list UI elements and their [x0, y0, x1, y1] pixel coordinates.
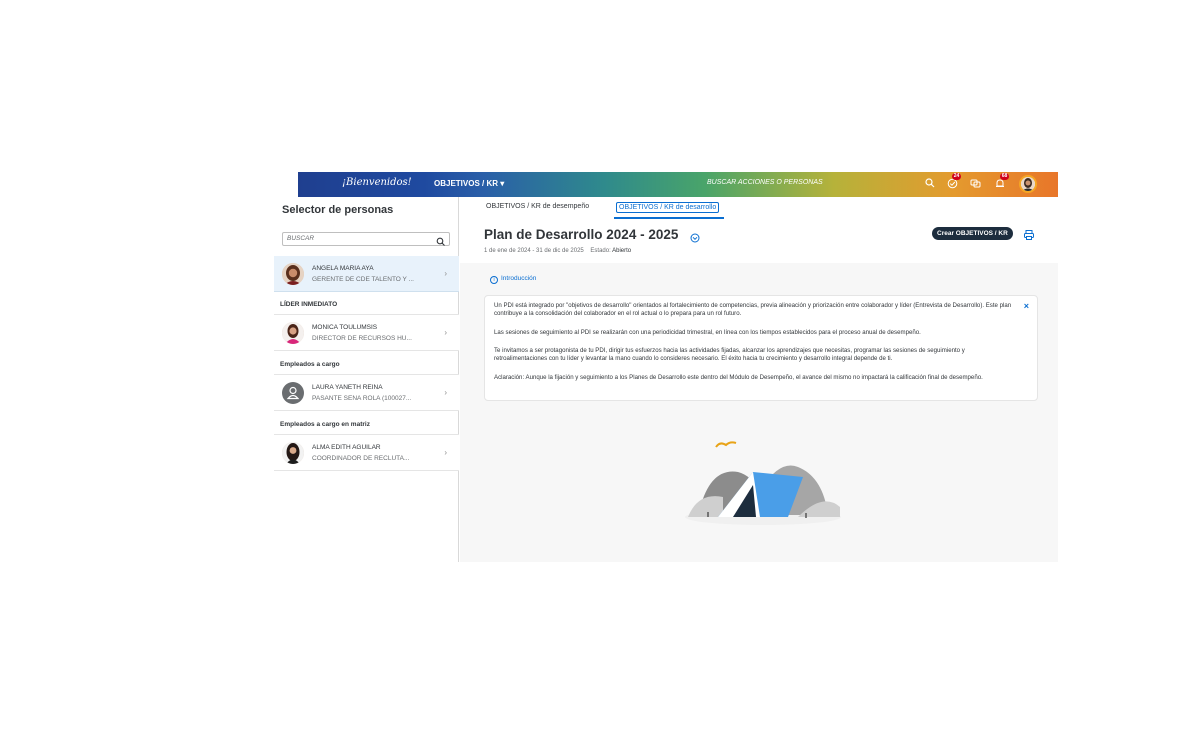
person-name: ALMA EDITH AGUILAR [312, 444, 381, 451]
introduction-label: Introducción [501, 275, 537, 282]
list-item-selected-person[interactable]: ANGELA MARIA AYA GERENTE DE CDE TALENTO … [274, 256, 459, 292]
chevron-right-icon: › [444, 388, 447, 397]
person-name: LAURA YANETH REINA [312, 384, 383, 391]
section-label-matrix-reports: Empleados a cargo en matriz [280, 421, 370, 428]
user-avatar[interactable] [1019, 175, 1037, 193]
tab-performance-objectives[interactable]: OBJETIVOS / KR de desempeño [486, 203, 589, 210]
chat-icon[interactable] [969, 178, 981, 190]
introduction-link[interactable]: i Introducción [490, 275, 536, 284]
status-label: Estado: [590, 248, 611, 254]
avatar [282, 263, 304, 285]
introduction-card: Un PDI está integrado por "objetivos de … [484, 295, 1038, 401]
chevron-right-icon: › [444, 269, 447, 278]
active-tab-indicator [614, 217, 724, 219]
intro-paragraph: Aclaración: Aunque la fijación y seguimi… [494, 374, 983, 381]
search-icon[interactable] [436, 234, 446, 246]
avatar [282, 322, 304, 344]
notifications-badge: 68 [1000, 173, 1009, 180]
chevron-right-icon: › [444, 448, 447, 457]
approvals-badge: 24 [952, 173, 961, 180]
tab-development-objectives[interactable]: OBJETIVOS / KR de desarrollo [616, 202, 720, 213]
avatar-placeholder [282, 382, 304, 404]
avatar [282, 442, 304, 464]
search-icon[interactable] [924, 178, 936, 190]
person-selector-panel: Selector de personas BUSCAR ANGELA MARIA… [274, 197, 459, 562]
close-icon[interactable]: × [1024, 301, 1029, 311]
person-name: MONICA TOULUMSIS [312, 324, 378, 331]
person-role: DIRECTOR DE RECURSOS HU... [312, 335, 412, 342]
intro-paragraph: Un PDI está integrado por "objetivos de … [494, 302, 1012, 317]
page-header: OBJETIVOS / KR de desempeño OBJETIVOS / … [460, 197, 1058, 263]
plan-meta: 1 de ene de 2024 - 31 de dic de 2025 Est… [484, 248, 631, 254]
top-bar: ¡Bienvenidos! OBJETIVOS / KR ▾ BUSCAR AC… [274, 172, 1058, 197]
date-range: 1 de ene de 2024 - 31 de dic de 2025 [484, 248, 584, 254]
intro-paragraph: Te invitamos a ser protagonista de tu PD… [494, 347, 965, 362]
person-search-input[interactable]: BUSCAR [282, 232, 450, 246]
list-item-person[interactable]: ALMA EDITH AGUILAR COORDINADOR DE RECLUT… [274, 435, 459, 471]
page-title: Plan de Desarrollo 2024 - 2025 [484, 227, 679, 242]
list-item-person[interactable]: LAURA YANETH REINA PASANTE SENA ROLA (10… [274, 375, 459, 411]
chevron-down-circle-icon[interactable] [690, 230, 700, 243]
status-value: Abierto [612, 248, 632, 254]
app-window: ¡Bienvenidos! OBJETIVOS / KR ▾ BUSCAR AC… [274, 172, 1058, 562]
section-label-direct-reports: Empleados a cargo [280, 361, 340, 368]
module-menu[interactable]: OBJETIVOS / KR ▾ [434, 179, 504, 188]
create-objective-button[interactable]: Crear OBJETIVOS / KR [932, 227, 1013, 240]
search-placeholder: BUSCAR [287, 235, 315, 242]
info-icon: i [490, 276, 498, 284]
person-name: ANGELA MARIA AYA [312, 265, 374, 272]
person-role: COORDINADOR DE RECLUTA... [312, 455, 410, 462]
person-role: PASANTE SENA ROLA (100027... [312, 395, 412, 402]
print-icon[interactable] [1023, 228, 1035, 240]
list-item-person[interactable]: MONICA TOULUMSIS DIRECTOR DE RECURSOS HU… [274, 315, 459, 351]
person-role: GERENTE DE CDE TALENTO Y ... [312, 276, 414, 283]
main-content: OBJETIVOS / KR de desempeño OBJETIVOS / … [460, 197, 1058, 562]
global-search-input[interactable]: BUSCAR ACCIONES O PERSONAS [707, 179, 823, 186]
section-label-leader: LÍDER INMEDIATO [280, 301, 338, 308]
panel-title: Selector de personas [282, 204, 394, 216]
chevron-right-icon: › [444, 328, 447, 337]
app-logo[interactable]: ¡Bienvenidos! [342, 177, 412, 188]
intro-paragraph: Las sesiones de seguimiento al PDI se re… [494, 329, 921, 336]
empty-state-illustration [678, 427, 848, 527]
